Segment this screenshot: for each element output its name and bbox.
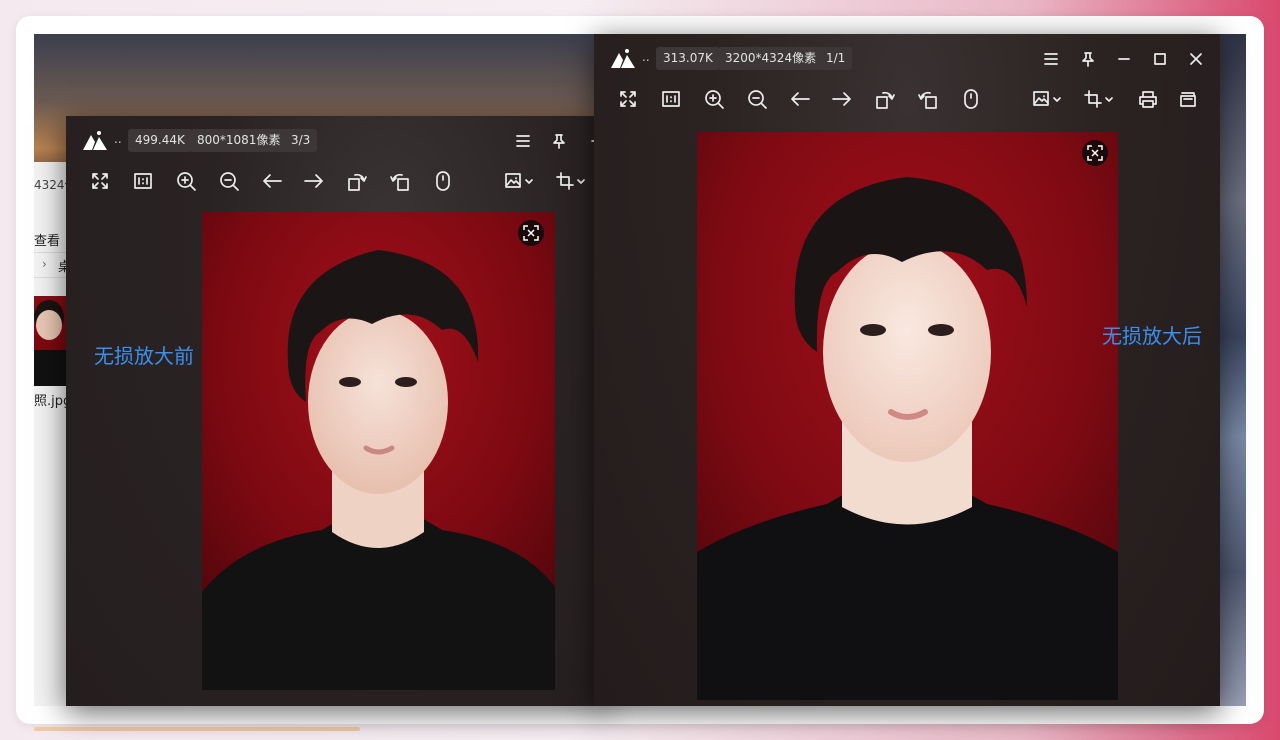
previous-icon[interactable] <box>787 86 813 112</box>
file-size-badge: 499.44K <box>128 129 192 152</box>
file-size-badge: 313.07K <box>656 47 720 70</box>
rotate-right-icon[interactable] <box>915 86 941 112</box>
pin-icon[interactable] <box>548 130 570 152</box>
image-adjust-icon[interactable] <box>502 168 538 194</box>
mouse-icon[interactable] <box>430 168 456 194</box>
next-icon[interactable] <box>301 168 327 194</box>
pin-icon[interactable] <box>1077 48 1099 70</box>
previous-icon[interactable] <box>259 168 285 194</box>
portrait-photo[interactable] <box>697 132 1118 700</box>
progress-bar <box>34 727 360 731</box>
menu-icon[interactable] <box>512 130 534 152</box>
rotate-right-icon[interactable] <box>387 168 413 194</box>
image-viewer-after: .. 313.07K 3200*4324像素 1/1 无损放大后 <box>594 34 1220 706</box>
caption-before: 无损放大前 <box>94 344 194 368</box>
next-icon[interactable] <box>829 86 855 112</box>
maximize-icon[interactable] <box>1149 48 1171 70</box>
fullscreen-icon[interactable] <box>615 86 641 112</box>
close-icon[interactable] <box>1185 48 1207 70</box>
app-logo-icon <box>611 49 635 68</box>
zoom-out-icon[interactable] <box>216 168 242 194</box>
portrait-image <box>202 212 555 690</box>
index-badge: 1/1 <box>819 47 853 70</box>
mouse-icon[interactable] <box>958 86 984 112</box>
image-viewer-before: .. 499.44K 800*1081像素 3/3 无损放大前 <box>66 116 606 706</box>
title-bar: .. 499.44K 800*1081像素 3/3 <box>66 116 606 166</box>
rotate-left-icon[interactable] <box>872 86 898 112</box>
caption-after: 无损放大后 <box>1102 324 1202 348</box>
title-ellipsis: .. <box>114 132 122 146</box>
index-badge: 3/3 <box>284 129 318 152</box>
zoom-in-icon[interactable] <box>701 86 727 112</box>
chevron-right-icon[interactable]: › <box>42 257 47 271</box>
wallpaper-edge <box>1216 34 1246 706</box>
dimensions-badge: 3200*4324像素 <box>718 47 824 70</box>
open-folder-icon[interactable] <box>1175 86 1201 112</box>
title-bar: .. 313.07K 3200*4324像素 1/1 <box>594 34 1220 84</box>
actual-size-icon[interactable] <box>130 168 156 194</box>
menu-icon[interactable] <box>1040 48 1062 70</box>
viewer-toolbar <box>66 168 606 198</box>
portrait-photo[interactable] <box>202 212 555 690</box>
portrait-image <box>697 132 1118 700</box>
actual-size-icon[interactable] <box>658 86 684 112</box>
dimensions-badge: 800*1081像素 <box>190 129 288 152</box>
print-icon[interactable] <box>1135 86 1161 112</box>
scan-icon[interactable] <box>518 220 544 246</box>
crop-icon[interactable] <box>554 168 590 194</box>
viewer-toolbar <box>594 86 1220 116</box>
file-thumbnail[interactable] <box>34 296 68 386</box>
zoom-out-icon[interactable] <box>744 86 770 112</box>
explorer-view-menu[interactable]: 查看 <box>34 230 60 249</box>
image-adjust-icon[interactable] <box>1030 86 1066 112</box>
title-ellipsis: .. <box>642 50 650 64</box>
app-logo-icon <box>83 131 107 150</box>
minimize-icon[interactable] <box>1113 48 1135 70</box>
rotate-left-icon[interactable] <box>344 168 370 194</box>
scan-icon[interactable] <box>1082 140 1108 166</box>
zoom-in-icon[interactable] <box>173 168 199 194</box>
crop-icon[interactable] <box>1082 86 1118 112</box>
fullscreen-icon[interactable] <box>87 168 113 194</box>
